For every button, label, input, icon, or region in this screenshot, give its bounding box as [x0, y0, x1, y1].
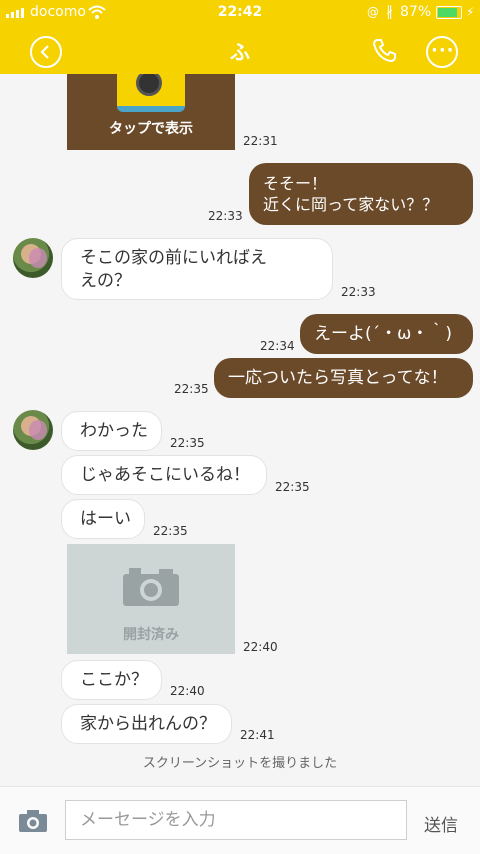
chat-title: ふ — [230, 40, 250, 64]
header-bar: docomo 22:42 @ ∦ 87% ⚡ ふ ··· — [0, 0, 480, 74]
camera-icon — [117, 74, 185, 112]
charging-icon: ⚡ — [466, 5, 475, 19]
bluetooth-icon: ∦ — [386, 4, 393, 20]
send-button[interactable]: 送信 — [424, 811, 458, 836]
message-time: 22:34 — [260, 339, 295, 353]
message-time: 22:40 — [243, 640, 278, 654]
message-time: 22:33 — [208, 209, 243, 223]
message-time: 22:35 — [275, 480, 310, 494]
message-time: 22:40 — [170, 684, 205, 698]
ellipsis-icon: ··· — [431, 40, 455, 61]
message-time: 22:35 — [170, 436, 205, 450]
phone-icon[interactable] — [372, 37, 398, 63]
more-options-button[interactable]: ··· — [426, 36, 458, 68]
opened-label: 開封済み — [123, 627, 179, 643]
message-input[interactable] — [65, 800, 407, 840]
message-time: 22:31 — [243, 134, 278, 148]
incoming-message: はーい — [61, 499, 145, 539]
message-time: 22:33 — [341, 285, 376, 299]
incoming-message: ここか？ — [61, 660, 162, 700]
battery-percent: 87% — [400, 4, 432, 20]
rotation-lock-icon: @ — [367, 5, 379, 19]
incoming-message: じゃあそこにいるね！ — [61, 455, 267, 495]
battery-icon — [436, 6, 462, 19]
image-message[interactable]: タップで表示 — [67, 74, 235, 150]
incoming-message: 家から出れんの？ — [61, 704, 232, 744]
camera-icon — [123, 568, 179, 606]
incoming-message: そこの家の前にいればえ えの？ — [61, 238, 333, 300]
outgoing-message: 一応ついたら写真とってな！ — [214, 358, 473, 398]
incoming-message: わかった — [61, 411, 162, 451]
avatar[interactable] — [13, 410, 53, 450]
message-time: 22:35 — [153, 524, 188, 538]
outgoing-message: えーよ(´・ω・｀) — [300, 314, 473, 354]
input-bar: 送信 — [0, 786, 480, 854]
outgoing-message: そそー！ 近くに岡って家ない？？ — [249, 163, 473, 225]
camera-icon[interactable] — [18, 809, 48, 833]
system-notice: スクリーンショットを撮りました — [142, 756, 338, 771]
avatar[interactable] — [13, 238, 53, 278]
image-label: タップで表示 — [109, 121, 193, 137]
message-time: 22:35 — [174, 382, 209, 396]
message-time: 22:41 — [240, 728, 275, 742]
opened-image-message[interactable]: 開封済み — [67, 544, 235, 654]
